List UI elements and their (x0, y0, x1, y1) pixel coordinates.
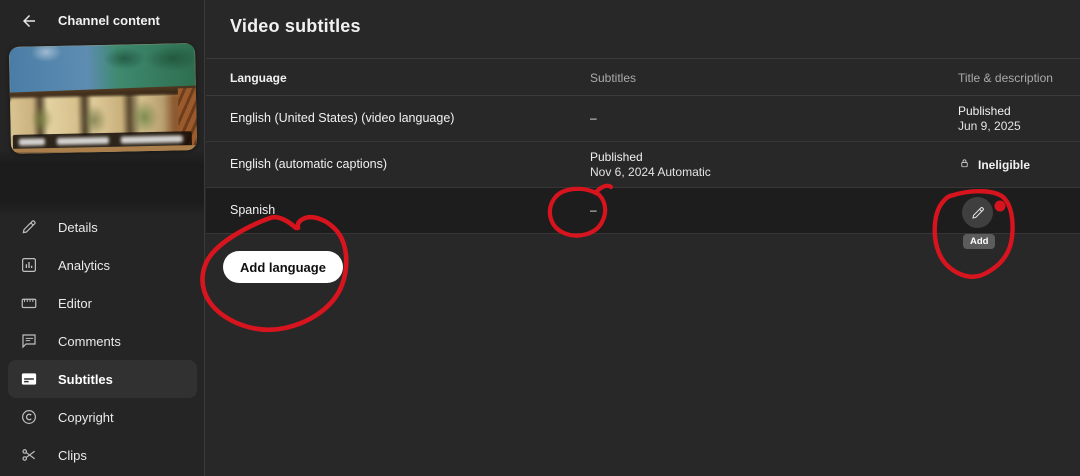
channel-content-label: Channel content (58, 13, 160, 28)
title-status: Published (958, 104, 1021, 119)
sidebar-item-copyright[interactable]: Copyright (0, 398, 205, 436)
language-cell: English (automatic captions) (230, 157, 387, 171)
comment-icon (20, 332, 38, 350)
column-header-language: Language (230, 71, 287, 85)
back-button[interactable] (18, 10, 40, 32)
sidebar-item-details[interactable]: Details (0, 208, 205, 246)
column-header-title-description: Title & description (958, 71, 1053, 85)
sidebar-item-editor[interactable]: Editor (0, 284, 205, 322)
sidebar-item-comments[interactable]: Comments (0, 322, 205, 360)
video-thumbnail[interactable] (9, 43, 197, 154)
sidebar-item-label: Details (58, 220, 98, 235)
language-cell: Spanish (230, 203, 275, 217)
title-date: Jun 9, 2025 (958, 119, 1021, 134)
subtitles-status-cell: – (590, 203, 597, 217)
sidebar-item-clips[interactable]: Clips (0, 436, 205, 474)
sidebar-item-label: Clips (58, 448, 87, 463)
sidebar-item-subtitles[interactable]: Subtitles (8, 360, 197, 398)
language-cell: English (United States) (video language) (230, 111, 454, 125)
page-title: Video subtitles (230, 16, 361, 37)
table-header: Language Subtitles Title & description (206, 58, 1080, 96)
title-description-cell: Published Jun 9, 2025 (958, 104, 1021, 134)
sidebar-menu: Details Analytics Editor Comments Subtit (0, 208, 205, 474)
add-tooltip: Add (963, 234, 995, 249)
sidebar-item-analytics[interactable]: Analytics (0, 246, 205, 284)
add-language-button[interactable]: Add language (223, 251, 343, 283)
bar-chart-icon (20, 256, 38, 274)
scissors-icon (20, 446, 38, 464)
pencil-icon (970, 205, 986, 221)
add-subtitles-edit-button[interactable] (962, 197, 993, 228)
title-description-cell: Ineligible (958, 157, 1030, 174)
sidebar-header: Channel content (0, 0, 205, 44)
main-content: Video subtitles Language Subtitles Title… (206, 0, 1080, 476)
thumbnail-blurred-text (19, 138, 45, 146)
sidebar-item-label: Analytics (58, 258, 110, 273)
sidebar-item-label: Copyright (58, 410, 114, 425)
redacted-video-title (0, 152, 204, 214)
thumbnail-blurred-text (121, 135, 183, 143)
timeline-icon (20, 294, 38, 312)
sidebar: Channel content Details Analytics (0, 0, 205, 476)
subtitles-status-cell: Published Nov 6, 2024 Automatic (590, 150, 711, 180)
copyright-icon (20, 408, 38, 426)
subtitles-status: Published (590, 150, 711, 165)
table-row-english-auto[interactable]: English (automatic captions) Published N… (206, 142, 1080, 188)
table-row-spanish[interactable]: Spanish – (206, 188, 1080, 234)
title-status: Ineligible (978, 158, 1030, 173)
subtitles-date: Nov 6, 2024 Automatic (590, 165, 711, 180)
pencil-icon (20, 218, 38, 236)
sidebar-item-label: Editor (58, 296, 92, 311)
subtitles-icon (20, 370, 38, 388)
thumbnail-blurred-text (57, 137, 109, 145)
column-header-subtitles: Subtitles (590, 71, 636, 85)
subtitles-status-cell: – (590, 111, 597, 125)
sidebar-item-label: Comments (58, 334, 121, 349)
lock-icon (958, 157, 971, 174)
table-row-english-us[interactable]: English (United States) (video language)… (206, 96, 1080, 142)
sidebar-item-label: Subtitles (58, 372, 113, 387)
back-arrow-icon (20, 12, 38, 30)
